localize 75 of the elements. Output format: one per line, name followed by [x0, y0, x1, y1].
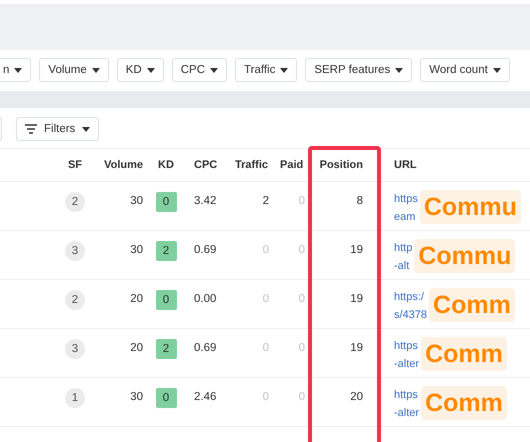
url-link[interactable]: eam — [394, 208, 416, 226]
table-cell-text: 20 — [129, 292, 144, 305]
overlay-label: Comm — [429, 288, 515, 322]
table-cell-text: 0 — [298, 194, 306, 207]
table-cell-text: 0 — [262, 341, 270, 354]
overlay-label: Commu — [414, 239, 516, 273]
table-cell-text: 2.46 — [193, 390, 218, 403]
table-cell-text: 0.00 — [193, 292, 218, 305]
serp-features-badge: 3 — [65, 241, 85, 261]
table-cell-text: 30 — [129, 390, 144, 403]
table-cell-text: 20 — [129, 341, 144, 354]
table-cell-text: 0.69 — [193, 341, 218, 354]
table-cell-text: 30 — [129, 243, 144, 256]
difficulty-badge: 2 — [156, 241, 176, 261]
filter-dropdown[interactable]: SERP features — [305, 58, 412, 82]
column-header[interactable]: Volume — [90, 159, 147, 171]
table-cell-text: 0 — [262, 243, 270, 256]
column-header[interactable]: URL — [375, 159, 530, 171]
filter-dropdown[interactable]: Traffic — [235, 58, 298, 82]
filter-icon — [25, 124, 37, 134]
filter-dropdown[interactable]: n — [0, 58, 32, 82]
table-cell-text: 0 — [262, 390, 270, 403]
caret-icon — [14, 68, 22, 72]
caret-icon — [146, 68, 155, 72]
filter-dropdown[interactable]: Word count — [420, 58, 510, 82]
table-cell-text: 2 — [262, 194, 270, 207]
url-link[interactable]: -alter — [394, 355, 420, 373]
table-cell-text: 0.69 — [193, 243, 218, 256]
overlay-label: Commu — [420, 190, 521, 224]
table-cell-text: 0 — [298, 243, 306, 256]
table-cell-text: 19 — [349, 292, 364, 305]
table-cell-text: 8 — [356, 194, 364, 207]
column-header[interactable]: Traffic — [228, 159, 273, 171]
difficulty-badge: 2 — [156, 339, 176, 359]
serp-features-badge: 3 — [65, 339, 85, 359]
serp-features-badge: 1 — [65, 388, 85, 408]
table-cell-text: 0 — [298, 341, 306, 354]
url-link[interactable]: https:/ — [394, 288, 424, 306]
url-link[interactable]: -alter — [394, 404, 420, 422]
filter-dropdown[interactable]: KD — [116, 58, 164, 82]
filter-dropdown[interactable]: Volume — [39, 58, 109, 82]
difficulty-badge: 0 — [156, 388, 176, 408]
table-cell-text: 0 — [298, 390, 306, 403]
column-header[interactable]: SF — [60, 159, 90, 171]
table-cell-text: 19 — [349, 341, 364, 354]
difficulty-badge: 0 — [156, 192, 176, 212]
column-header[interactable]: Position — [309, 159, 375, 171]
caret-icon — [280, 68, 288, 72]
difficulty-badge: 0 — [156, 290, 176, 310]
table-cell-text: 3.42 — [193, 194, 218, 207]
caret-icon — [492, 68, 501, 72]
filter-dropdown[interactable]: CPC — [172, 58, 228, 82]
url-link[interactable]: https — [394, 337, 418, 355]
caret-icon — [82, 126, 90, 132]
table-cell-text: 20 — [349, 390, 364, 403]
url-link[interactable]: https — [394, 190, 418, 208]
serp-features-badge: 2 — [65, 290, 85, 310]
column-header[interactable]: Paid — [273, 159, 309, 171]
caret-icon — [92, 68, 100, 72]
table-cell-text: 0 — [262, 292, 270, 305]
url-link[interactable]: http — [394, 239, 412, 257]
column-header[interactable]: KD — [147, 159, 185, 171]
filters-button[interactable]: Filters — [16, 117, 100, 141]
url-link[interactable]: https — [394, 386, 418, 404]
table-cell-text: 0 — [298, 292, 306, 305]
caret-icon — [210, 68, 218, 72]
serp-features-badge: 2 — [65, 192, 85, 212]
overlay-label: Comm — [421, 386, 507, 420]
url-link[interactable]: s/4378 — [394, 306, 428, 324]
overlay-label: Comm — [421, 337, 507, 371]
caret-icon — [395, 68, 404, 72]
url-link[interactable]: -alt — [394, 257, 410, 275]
table-cell-text: 30 — [129, 194, 144, 207]
table-cell-text: 19 — [349, 243, 364, 256]
column-header[interactable]: CPC — [185, 159, 228, 171]
